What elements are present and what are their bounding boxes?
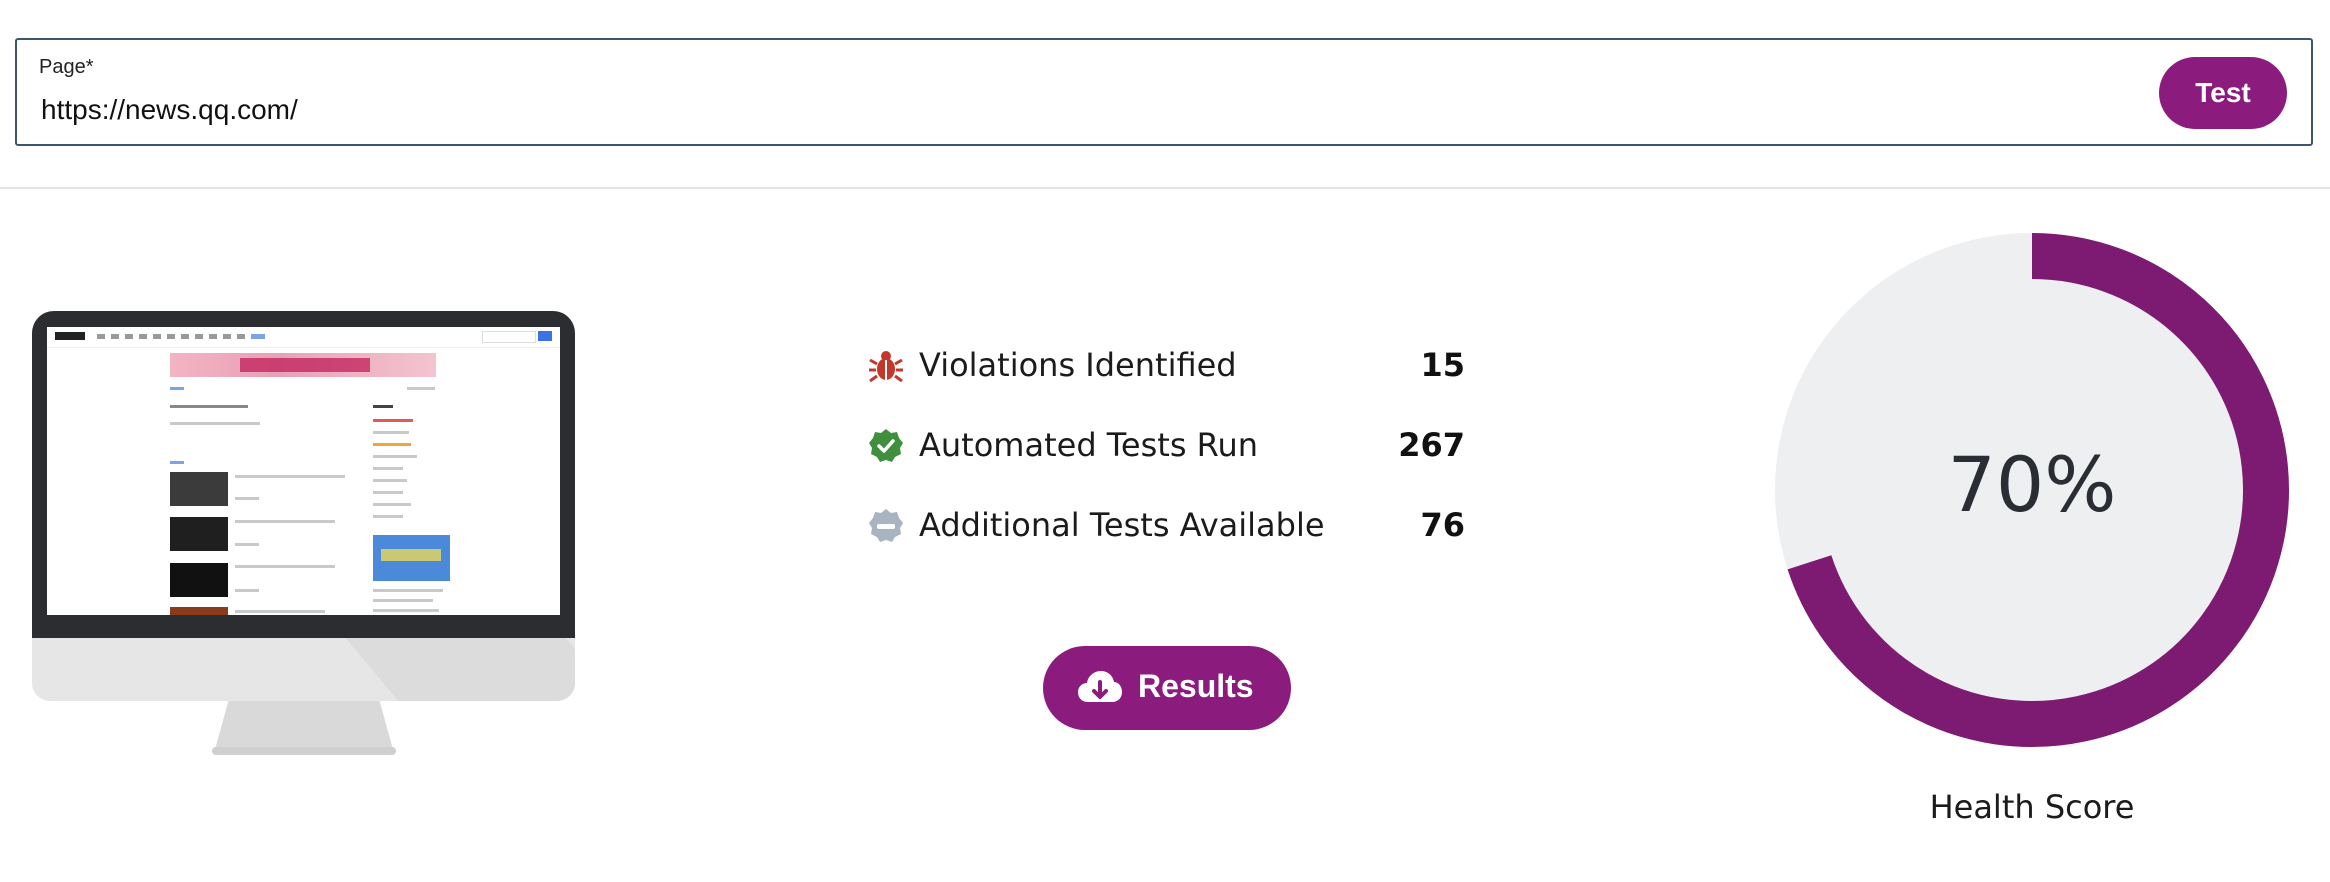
page-preview-monitor: [32, 311, 575, 755]
bug-icon: [869, 351, 903, 383]
required-marker: *: [85, 56, 94, 78]
section-divider: [0, 187, 2330, 189]
thumbnail-link: [170, 461, 184, 464]
stat-violations: Violations Identified 15: [865, 338, 1465, 418]
thumbnail-nav-item: [209, 334, 217, 339]
test-button[interactable]: Test: [2159, 57, 2287, 129]
thumbnail-text: [170, 422, 260, 425]
thumbnail-logo: [55, 332, 85, 340]
thumbnail-ad-text: [381, 549, 441, 561]
results-button[interactable]: Results: [1043, 646, 1291, 730]
thumbnail-nav-item: [251, 334, 265, 339]
stat-label: Automated Tests Run: [919, 426, 1259, 464]
thumbnail-text: [235, 610, 325, 613]
monitor-chin-shine: [345, 638, 575, 701]
thumbnail-nav-item: [97, 334, 105, 339]
thumbnail-top-bar: [47, 327, 560, 348]
thumbnail-nav-item: [195, 334, 203, 339]
thumbnail-text: [373, 515, 403, 518]
stat-value: 76: [1420, 506, 1465, 544]
thumbnail-nav-item: [111, 334, 119, 339]
page-url-field: Page* Test: [15, 38, 2313, 146]
thumbnail-text: [373, 589, 443, 592]
thumbnail-banner-text: [240, 358, 370, 372]
thumbnail-text: [373, 609, 439, 612]
thumbnail-text: [373, 479, 407, 482]
thumbnail-image: [170, 607, 228, 615]
thumbnail-ad: [373, 535, 450, 581]
thumbnail-nav-item: [125, 334, 133, 339]
thumbnail-image: [170, 517, 228, 551]
thumbnail-nav-item: [153, 334, 161, 339]
thumbnail-text: [170, 405, 248, 408]
monitor-bezel: [32, 311, 575, 638]
thumbnail-text: [373, 491, 403, 494]
check-badge-icon: [869, 429, 903, 462]
stat-value: 267: [1398, 426, 1465, 464]
health-score-label: Health Score: [1929, 788, 2135, 826]
page-field-label-text: Page: [39, 56, 86, 78]
page-field-label: Page*: [39, 56, 94, 79]
thumbnail-text: [373, 405, 393, 408]
thumbnail-link: [170, 387, 184, 390]
thumbnail-nav-item: [167, 334, 175, 339]
cloud-download-icon: [1078, 671, 1122, 702]
thumbnail-search: [482, 331, 536, 343]
thumbnail-text: [407, 387, 435, 390]
thumbnail-nav-item: [237, 334, 245, 339]
thumbnail-text: [235, 520, 335, 523]
thumbnail-nav-item: [181, 334, 189, 339]
minus-badge-icon: [869, 509, 903, 542]
thumbnail-text: [373, 419, 413, 422]
thumbnail-search-button: [538, 331, 552, 341]
monitor-foot: [212, 747, 396, 755]
thumbnail-text: [235, 565, 335, 568]
thumbnail-text: [235, 589, 259, 592]
thumbnail-nav-item: [223, 334, 231, 339]
thumbnail-text: [235, 475, 345, 478]
results-button-label: Results: [1138, 668, 1254, 704]
thumbnail-text: [373, 455, 417, 458]
thumbnail-text: [235, 497, 259, 500]
monitor-stand: [214, 701, 394, 753]
test-stats: Violations Identified 15 Automated Tests…: [865, 338, 1465, 578]
page-url-input[interactable]: [41, 90, 2041, 130]
thumbnail-image: [170, 563, 228, 597]
monitor-chin: [32, 638, 575, 701]
thumbnail-text: [373, 467, 403, 470]
stat-label: Additional Tests Available: [919, 506, 1325, 544]
thumbnail-text: [235, 543, 259, 546]
stat-additional-tests: Additional Tests Available 76: [865, 498, 1465, 578]
stat-label: Violations Identified: [919, 346, 1237, 384]
thumbnail-text: [373, 431, 409, 434]
health-score-value: 70%: [1947, 440, 2117, 529]
thumbnail-image: [170, 472, 228, 506]
thumbnail-text: [373, 443, 411, 446]
thumbnail-text: [373, 599, 433, 602]
stat-automated-tests: Automated Tests Run 267: [865, 418, 1465, 498]
thumbnail-banner: [170, 353, 436, 377]
page-screenshot-thumbnail: [47, 327, 560, 615]
thumbnail-nav-item: [139, 334, 147, 339]
thumbnail-text: [373, 503, 411, 506]
stat-value: 15: [1420, 346, 1465, 384]
